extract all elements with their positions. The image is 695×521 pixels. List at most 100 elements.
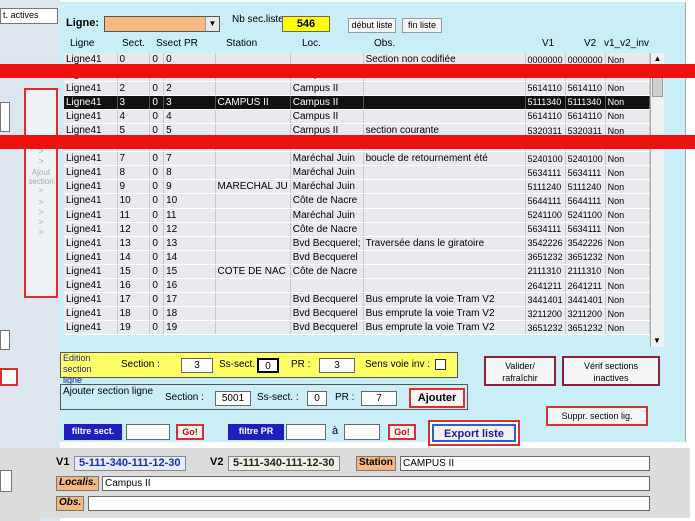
table-cell: 0 xyxy=(149,222,165,237)
table-cell xyxy=(363,193,526,209)
localis-input[interactable]: Campus II xyxy=(102,476,650,491)
edit-section-input[interactable]: 3 xyxy=(181,358,213,373)
table-cell: Ligne41 xyxy=(64,320,118,336)
edit-pr-input[interactable]: 3 xyxy=(319,358,355,373)
edition-title: Edition section ligne xyxy=(63,353,92,385)
add-section-label: Section : xyxy=(165,392,204,403)
table-row[interactable]: Ligne41 15 0 15 COTE DE NAC Côte de Nacre 2111… xyxy=(64,264,650,280)
col-sect: Sect. xyxy=(122,38,145,49)
table-row[interactable]: Ligne41 19 0 19 Bvd Becquerel Bus emprute la … xyxy=(64,320,650,336)
obs-input[interactable] xyxy=(88,496,650,511)
left-bottom-input[interactable] xyxy=(0,470,12,492)
export-liste-button[interactable]: Export liste xyxy=(428,420,520,446)
table-cell: 2 xyxy=(163,81,216,96)
table-cell: boucle de retournement été xyxy=(363,151,526,167)
ajouter-button[interactable]: Ajouter xyxy=(409,388,465,408)
table-cell: Ligne41 xyxy=(64,250,118,265)
export-liste-label: Export liste xyxy=(432,424,516,442)
chevron-down-icon[interactable]: ▼ xyxy=(205,17,219,31)
table-cell xyxy=(363,250,526,265)
table-row[interactable]: Ligne41 2 0 2 Campus II 5614110 5614110 Non xyxy=(64,81,650,96)
table-scrollbar[interactable]: ▲ ▼ xyxy=(650,53,664,347)
table-cell: 3441401 xyxy=(525,292,566,308)
filtre-sect-input[interactable] xyxy=(126,424,170,440)
table-cell: 5644111 xyxy=(525,193,566,209)
table-cell xyxy=(215,193,291,209)
table-row[interactable]: Ligne41 10 0 10 Côte de Nacre 5644111 5644111 N… xyxy=(64,193,650,209)
sections-table: Ligne41 0 0 0 Section non codifiée 0000000 000… xyxy=(64,53,650,347)
filtre-sect-button[interactable]: filtre sect. xyxy=(64,424,122,440)
table-cell: Ligne41 xyxy=(64,81,118,96)
table-cell: 13 xyxy=(163,236,216,251)
table-cell: Côte de Nacre xyxy=(290,222,364,237)
verif-sections-button[interactable]: Vérif sections inactives xyxy=(562,356,660,386)
fin-liste-button[interactable]: fin liste xyxy=(402,18,442,33)
table-cell: COTE DE NAC xyxy=(215,264,291,280)
table-cell: 18 xyxy=(117,306,151,322)
add-ssect-input[interactable]: 0 xyxy=(307,391,327,406)
table-row[interactable]: Ligne41 11 0 11 Maréchal Juin 5241100 5241100 N… xyxy=(64,208,650,223)
table-row[interactable]: Ligne41 16 0 16 2641211 2641211 Non xyxy=(64,278,650,294)
table-row[interactable]: Ligne41 4 0 4 Campus II 5614110 5614110 Non xyxy=(64,109,650,124)
go-sect-label: Go! xyxy=(182,427,198,437)
filtre-pr-button[interactable]: filtre PR xyxy=(228,424,284,440)
table-row[interactable]: Ligne41 18 0 18 Bvd Becquerel Bus emprute la … xyxy=(64,306,650,322)
table-cell: 5111240 xyxy=(565,179,606,195)
left-input-stub[interactable] xyxy=(0,102,10,132)
table-cell: 5634111 xyxy=(525,222,566,237)
left-red-stub[interactable] xyxy=(0,368,18,386)
filtre-pr-to-input[interactable] xyxy=(344,424,380,440)
go-sect-button[interactable]: Go! xyxy=(176,424,204,440)
table-cell: 4 xyxy=(163,109,216,124)
debut-liste-button[interactable]: début liste xyxy=(348,18,396,33)
go-pr-button[interactable]: Go! xyxy=(388,424,416,440)
table-cell: Ligne41 xyxy=(64,278,118,294)
edit-ssect-input[interactable]: 0 xyxy=(257,358,279,373)
add-section-input[interactable]: 5001 xyxy=(215,391,251,406)
table-cell: 8 xyxy=(163,165,216,181)
table-cell xyxy=(215,208,291,223)
table-cell: 3211200 xyxy=(565,306,606,322)
station-input[interactable]: CAMPUS II xyxy=(400,456,650,471)
table-cell: 19 xyxy=(163,320,216,336)
table-cell xyxy=(363,95,526,110)
table-row[interactable]: Ligne41 8 0 8 Maréchal Juin 5634111 5634111 Non xyxy=(64,165,650,181)
sections-actives-tab[interactable]: t. actives xyxy=(0,8,58,24)
left-input-stub-2[interactable] xyxy=(0,330,10,350)
sections-grid: Ligne41 0 0 0 Section non codifiée 0000000 000… xyxy=(64,53,650,336)
table-row[interactable]: Ligne41 7 0 7 Maréchal Juin boucle de retourn… xyxy=(64,151,650,167)
filtre-pr-from-input[interactable] xyxy=(286,424,326,440)
table-cell: 9 xyxy=(117,179,151,195)
table-row[interactable]: Ligne41 3 0 3 CAMPUS II Campus II 5111340 51113… xyxy=(64,95,650,110)
table-cell: 3651232 xyxy=(565,320,606,336)
table-cell: Ligne41 xyxy=(64,179,118,195)
scroll-down-icon[interactable]: ▼ xyxy=(651,335,663,347)
table-row[interactable]: Ligne41 12 0 12 Côte de Nacre 5634111 5634111 N… xyxy=(64,222,650,237)
table-cell: 5614110 xyxy=(565,109,606,124)
col-ligne: Ligne xyxy=(70,38,95,49)
add-pr-input[interactable]: 7 xyxy=(361,391,397,406)
suppr-section-button[interactable]: Suppr. section lig. xyxy=(546,406,648,426)
table-row[interactable]: Ligne41 9 0 9 MARECHAL JU Maréchal Juin 511124… xyxy=(64,179,650,195)
table-cell: 5111340 xyxy=(565,95,606,110)
table-cell: 11 xyxy=(117,208,151,223)
table-cell: Bus emprute la voie Tram V2 xyxy=(363,292,526,308)
table-cell: 2111310 xyxy=(525,264,566,280)
table-cell: 5614110 xyxy=(525,81,566,96)
table-cell xyxy=(215,222,291,237)
table-cell: Maréchal Juin xyxy=(290,179,364,195)
table-cell: 0 xyxy=(149,278,165,294)
ajout-section-strip[interactable]: > > Ajout section > > > > > xyxy=(24,88,58,298)
table-cell: 0 xyxy=(149,292,165,308)
table-cell: 10 xyxy=(163,193,216,209)
table-row[interactable]: Ligne41 14 0 14 Bvd Becquerel 3651232 3651232 N… xyxy=(64,250,650,265)
table-row[interactable]: Ligne41 13 0 13 Bvd Becquerel; Traversée dans… xyxy=(64,236,650,251)
ligne-select[interactable]: ▼ xyxy=(104,16,220,32)
table-cell: 2111310 xyxy=(565,264,606,280)
sens-voie-checkbox[interactable] xyxy=(435,359,446,370)
table-cell: 16 xyxy=(163,278,216,294)
table-cell: 4 xyxy=(117,109,151,124)
valider-rafraichir-button[interactable]: Valider/ rafraîchir xyxy=(484,356,556,386)
add-ssect-label: Ss-sect. : xyxy=(257,392,299,403)
table-row[interactable]: Ligne41 17 0 17 Bvd Becquerel Bus emprute la … xyxy=(64,292,650,308)
